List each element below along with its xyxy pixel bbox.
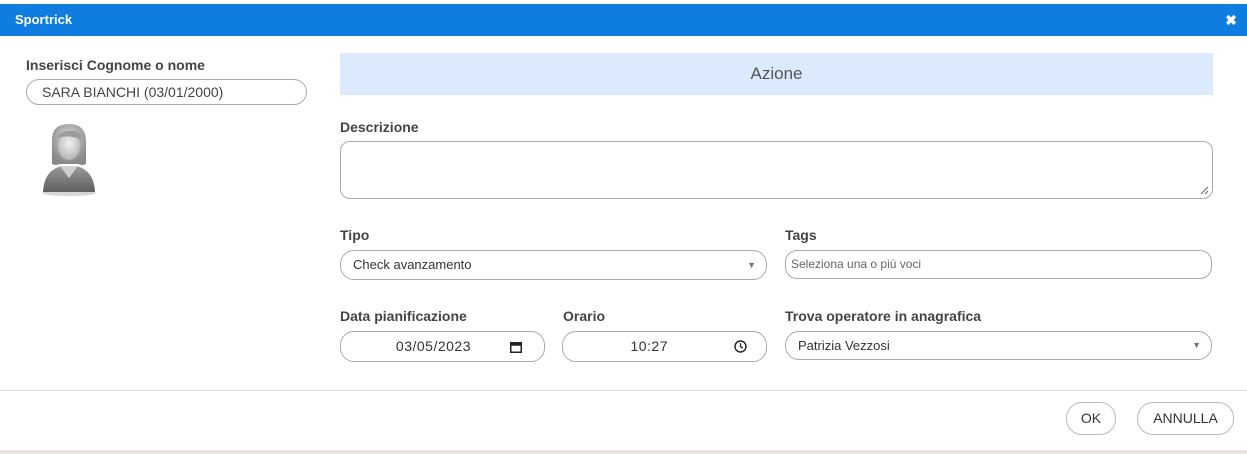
date-value: 03/05/2023: [395, 338, 471, 354]
operator-value: Patrizia Vezzosi: [798, 338, 890, 353]
dialog-title: Sportrick: [15, 12, 73, 27]
description-label: Descrizione: [340, 119, 419, 135]
operator-label: Trova operatore in anagrafica: [785, 308, 982, 324]
name-search-input[interactable]: SARA BIANCHI (03/01/2000): [26, 79, 307, 105]
chevron-down-icon: ▼: [747, 260, 756, 270]
ok-button[interactable]: OK: [1066, 402, 1116, 435]
date-input[interactable]: 03/05/2023: [340, 331, 545, 362]
type-value: Check avanzamento: [353, 257, 472, 272]
description-textarea[interactable]: [340, 141, 1213, 199]
cancel-button[interactable]: ANNULLA: [1137, 402, 1234, 435]
date-label: Data pianificazione: [340, 308, 467, 324]
calendar-icon[interactable]: [510, 341, 522, 353]
clock-icon[interactable]: [734, 340, 747, 353]
dialog-title-bar: Sportrick ✖: [0, 4, 1247, 36]
operator-select[interactable]: Patrizia Vezzosi ▼: [785, 331, 1212, 360]
name-search-label: Inserisci Cognome o nome: [26, 57, 205, 73]
time-label: Orario: [563, 308, 606, 324]
section-header: Azione: [340, 53, 1213, 95]
footer-divider: [0, 390, 1247, 391]
time-value: 10:27: [630, 338, 668, 354]
chevron-down-icon: ▼: [1192, 340, 1201, 350]
female-user-avatar-icon: [42, 124, 96, 196]
resize-grip-icon[interactable]: [1200, 186, 1209, 195]
tags-input[interactable]: Seleziona una o più voci: [785, 250, 1212, 279]
tags-label: Tags: [785, 227, 817, 243]
type-label: Tipo: [340, 227, 370, 243]
close-icon[interactable]: ✖: [1225, 11, 1237, 29]
background-strip: [0, 450, 1247, 454]
time-input[interactable]: 10:27: [562, 331, 767, 362]
type-select[interactable]: Check avanzamento ▼: [340, 250, 767, 280]
